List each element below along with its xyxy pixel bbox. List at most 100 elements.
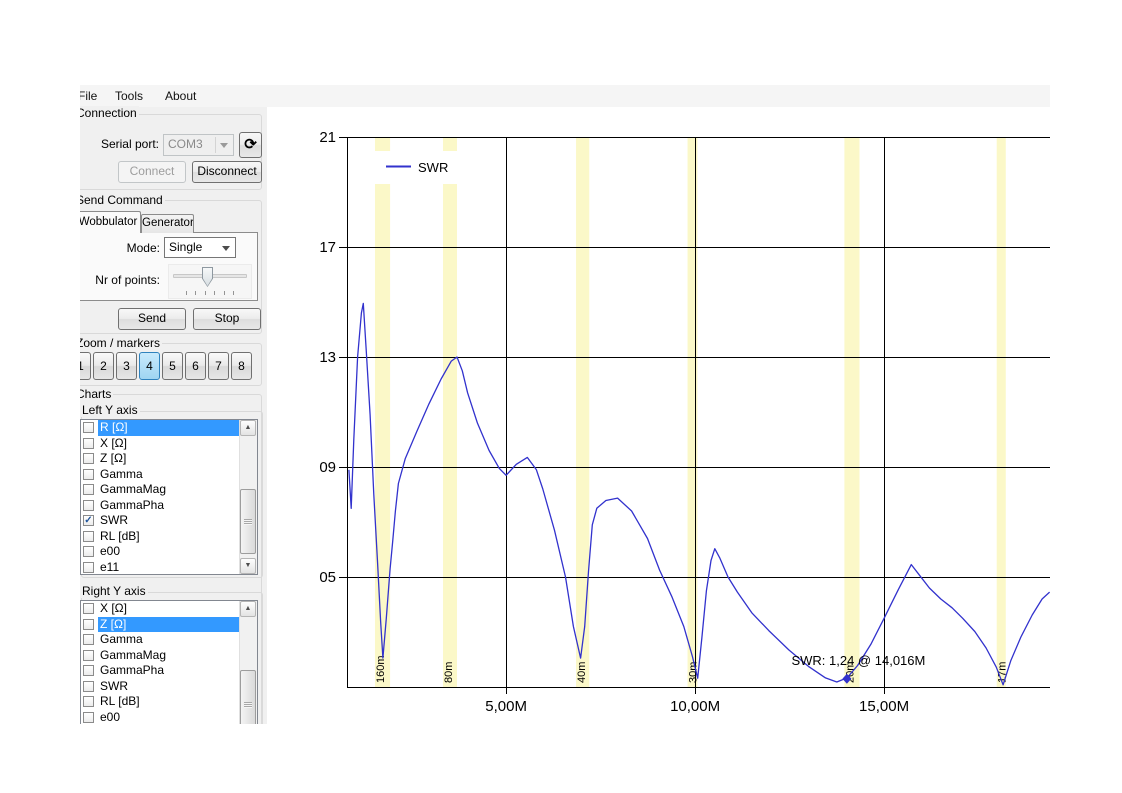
send-button[interactable]: Send (118, 308, 186, 330)
y-tick-label-21: 21 (319, 129, 336, 146)
app-window: 05091317215,00M10,00M15,00M160m80m40m30m… (80, 85, 1050, 724)
serial-port-combo[interactable]: COM3 (163, 134, 234, 156)
item-label: GammaPha (98, 498, 240, 514)
right-axis-item-x[interactable]: X [Ω] (81, 601, 240, 617)
right-list-scrollbar[interactable]: ▲ ▼ (239, 601, 257, 724)
item-label: RL [dB] (98, 694, 240, 710)
checkbox-z[interactable] (83, 453, 94, 464)
zoom-marker-button-1[interactable]: 1 (80, 352, 91, 380)
checkbox-rl-db[interactable] (83, 531, 94, 542)
scroll-thumb-grip (244, 702, 252, 708)
right-axis-item-e00[interactable]: e00 (81, 710, 240, 725)
zoom-marker-button-3[interactable]: 3 (116, 352, 137, 380)
y-tick-label-05: 05 (319, 569, 336, 586)
zoom-marker-button-8[interactable]: 8 (231, 352, 252, 380)
zoom-marker-button-7[interactable]: 7 (208, 352, 229, 380)
screen: 05091317215,00M10,00M15,00M160m80m40m30m… (0, 0, 1122, 793)
left-axis-item-swr[interactable]: ✓ SWR (81, 513, 240, 529)
mode-combo[interactable]: Single (164, 237, 236, 258)
checkbox-e00[interactable] (83, 546, 94, 557)
refresh-button[interactable]: ⟳ (239, 132, 262, 158)
connect-button[interactable]: Connect (118, 161, 186, 183)
checkbox-x[interactable] (83, 603, 94, 614)
scroll-down-icon[interactable]: ▼ (240, 558, 256, 574)
nr-of-points-slider[interactable] (168, 264, 252, 299)
left-y-axis-rows: R [Ω]X [Ω]Z [Ω]GammaGammaMagGammaPha ✓ SWR… (81, 420, 240, 574)
left-axis-item-gammapha[interactable]: GammaPha (81, 498, 240, 514)
x-tick-label: 15,00M (859, 698, 909, 715)
combo-separator (215, 137, 216, 153)
left-axis-item-r[interactable]: R [Ω] (81, 420, 240, 436)
right-axis-item-swr[interactable]: SWR (81, 679, 240, 695)
menu-item-about[interactable]: About (165, 89, 196, 103)
chart-band-label-160m: 160m (375, 655, 387, 683)
zoom-marker-button-5[interactable]: 5 (162, 352, 183, 380)
checkbox-e11[interactable] (83, 562, 94, 573)
left-axis-item-rl-db[interactable]: RL [dB] (81, 529, 240, 545)
left-axis-item-z[interactable]: Z [Ω] (81, 451, 240, 467)
right-axis-item-gamma[interactable]: Gamma (81, 632, 240, 648)
item-label: GammaMag (98, 482, 240, 498)
slider-tick (205, 291, 206, 295)
checkbox-gammapha[interactable] (83, 500, 94, 511)
checkbox-gammamag[interactable] (83, 484, 94, 495)
scrollbar-thumb[interactable] (240, 670, 256, 724)
left-axis-item-gamma[interactable]: Gamma (81, 467, 240, 483)
item-label: SWR (98, 513, 240, 529)
disconnect-button[interactable]: Disconnect (192, 161, 262, 183)
chart-band-40m (576, 137, 589, 687)
item-label: Z [Ω] (98, 451, 240, 467)
zoom-marker-button-2[interactable]: 2 (93, 352, 114, 380)
y-tick-label-09: 09 (319, 459, 336, 476)
zoom-marker-button-6[interactable]: 6 (185, 352, 206, 380)
item-label: Gamma (98, 632, 240, 648)
item-label: Gamma (98, 467, 240, 483)
scroll-up-icon[interactable]: ▲ (240, 420, 256, 436)
chart-band-label-80m: 80m (443, 662, 455, 683)
item-label: RL [dB] (98, 529, 240, 545)
checkbox-gamma[interactable] (83, 469, 94, 480)
checkbox-gammamag[interactable] (83, 650, 94, 661)
checkbox-x[interactable] (83, 438, 94, 449)
slider-tick (233, 291, 234, 295)
chart-band-17m (997, 137, 1006, 687)
chart-band-label-40m: 40m (576, 662, 588, 683)
right-axis-item-gammamag[interactable]: GammaMag (81, 648, 240, 664)
checkbox-e00[interactable] (83, 712, 94, 723)
left-axis-item-e00[interactable]: e00 (81, 544, 240, 560)
left-list-scrollbar[interactable]: ▲ ▼ (239, 420, 257, 574)
zoom-marker-button-4[interactable]: 4 (139, 352, 160, 380)
refresh-icon: ⟳ (244, 136, 257, 153)
slider-thumb[interactable] (202, 267, 213, 287)
checkbox-gammapha[interactable] (83, 665, 94, 676)
checkbox-rl-db[interactable] (83, 696, 94, 707)
scrollbar-thumb[interactable] (240, 489, 256, 554)
stop-button[interactable]: Stop (193, 308, 261, 330)
checkbox-z[interactable] (83, 619, 94, 630)
menu-item-tools[interactable]: Tools (115, 89, 143, 103)
left-axis-item-gammamag[interactable]: GammaMag (81, 482, 240, 498)
menu-item-file[interactable]: File (80, 89, 97, 103)
tab-wobbulator[interactable]: Wobbulator (80, 211, 141, 233)
item-label: GammaPha (98, 663, 240, 679)
scroll-up-icon[interactable]: ▲ (240, 601, 256, 617)
left-axis-item-e11[interactable]: e11 (81, 560, 240, 576)
right-y-axis-rows: X [Ω]Z [Ω]GammaGammaMagGammaPhaSWRRL [dB… (81, 601, 240, 724)
right-axis-item-rl-db[interactable]: RL [dB] (81, 694, 240, 710)
checkbox-swr-checked[interactable]: ✓ (83, 515, 94, 526)
right-axis-item-z[interactable]: Z [Ω] (81, 617, 240, 633)
send-command-group-label: Send Command (80, 193, 165, 207)
slider-tick (195, 291, 196, 295)
item-label: e00 (98, 710, 240, 725)
checkbox-r[interactable] (83, 422, 94, 433)
item-label: R [Ω] (98, 420, 240, 436)
checkbox-gamma[interactable] (83, 634, 94, 645)
scroll-thumb-grip (244, 519, 252, 525)
checkbox-swr[interactable] (83, 681, 94, 692)
right-axis-item-gammapha[interactable]: GammaPha (81, 663, 240, 679)
left-axis-item-x[interactable]: X [Ω] (81, 436, 240, 452)
legend-swr-label: SWR (418, 160, 448, 175)
zoom-markers-group-label: Zoom / markers (80, 336, 162, 350)
tab-generator[interactable]: Generator (141, 214, 194, 233)
y-tick-label-17: 17 (319, 239, 336, 256)
